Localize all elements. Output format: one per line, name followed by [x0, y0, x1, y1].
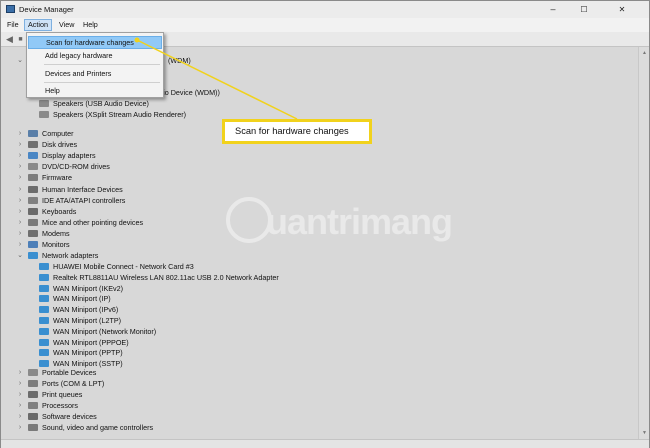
annotation-callout: Scan for hardware changes	[222, 119, 372, 144]
watermark-text: uantrimang	[266, 201, 453, 242]
watermark-logo: uantrimang	[226, 197, 453, 251]
device-manager-window: Device Manager – ☐ ✕ File Action View He…	[0, 0, 650, 448]
